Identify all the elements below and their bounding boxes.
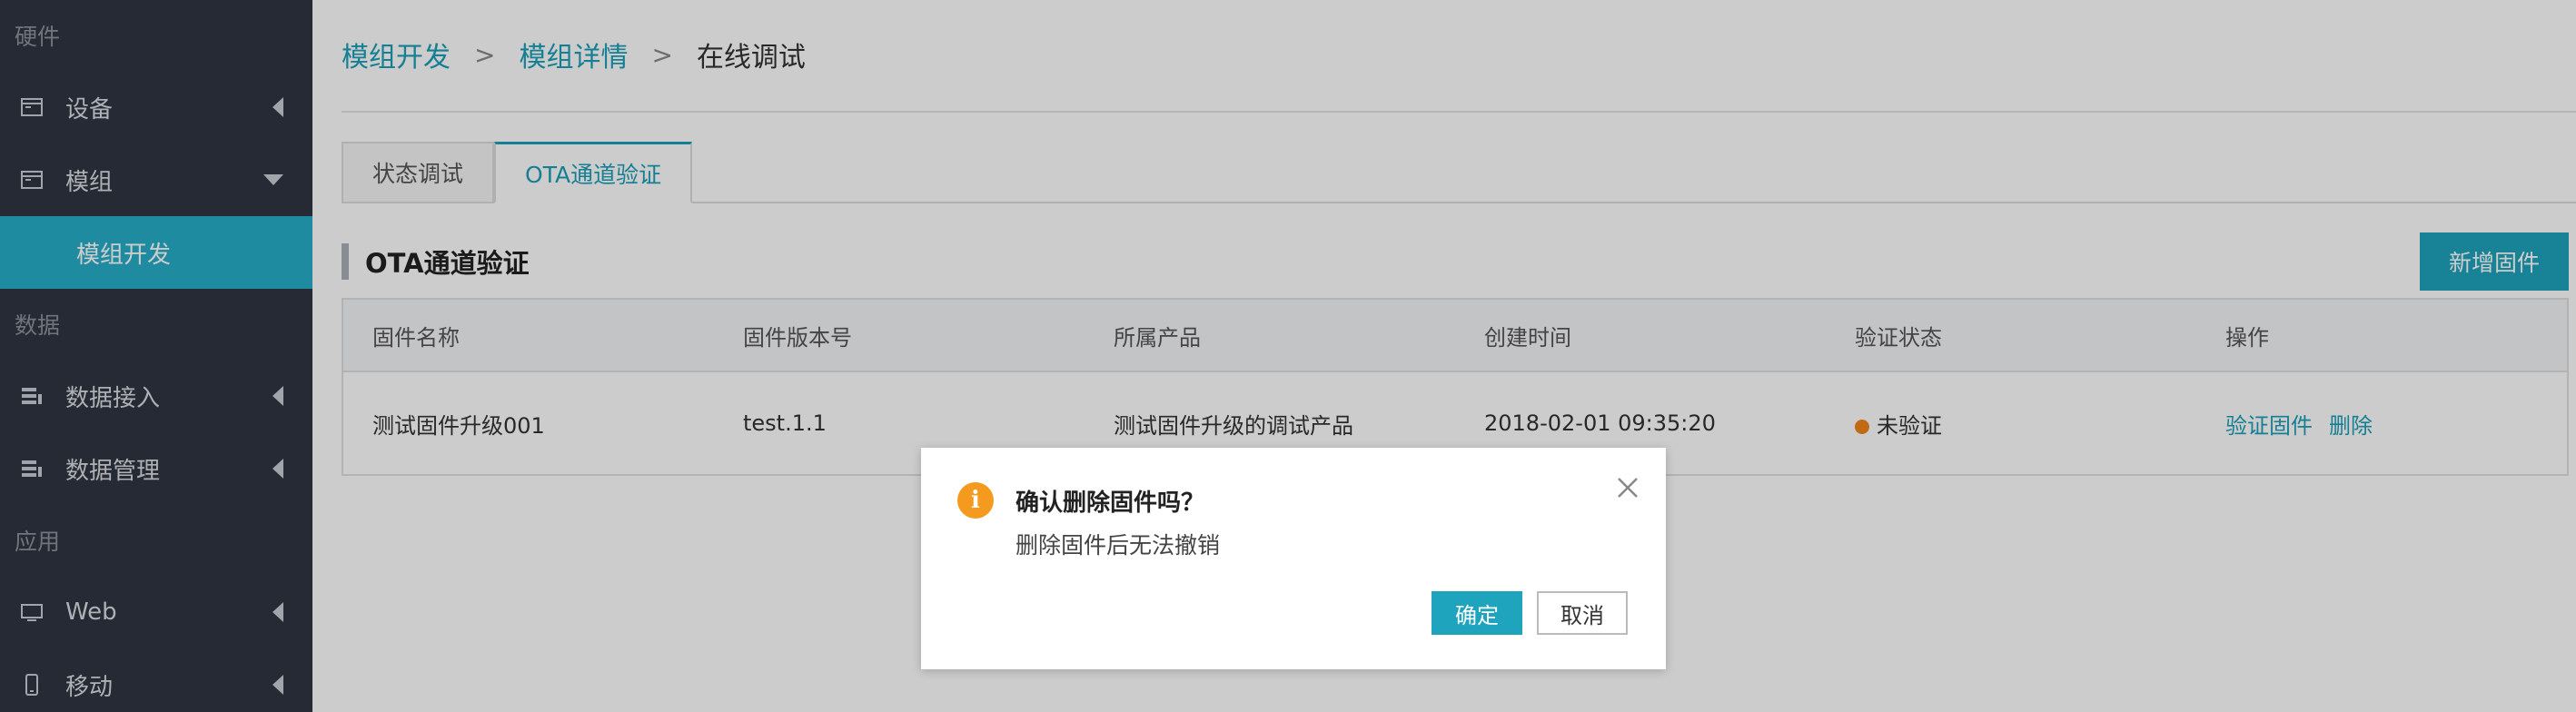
- cancel-button[interactable]: 取消: [1537, 591, 1628, 635]
- confirm-delete-dialog: i 确认删除固件吗？ 删除固件后无法撤销 确定 取消: [921, 448, 1666, 669]
- close-icon[interactable]: [1611, 471, 1644, 504]
- app-root: 硬件 设备 模组 模组开发 数据 数据接入 数据管理 应用 Web 移动 模组开…: [0, 0, 2576, 712]
- info-icon: i: [957, 482, 994, 519]
- dialog-message: 删除固件后无法撤销: [1016, 532, 1221, 559]
- dialog-title: 确认删除固件吗？: [1016, 490, 1205, 517]
- confirm-button[interactable]: 确定: [1432, 591, 1522, 635]
